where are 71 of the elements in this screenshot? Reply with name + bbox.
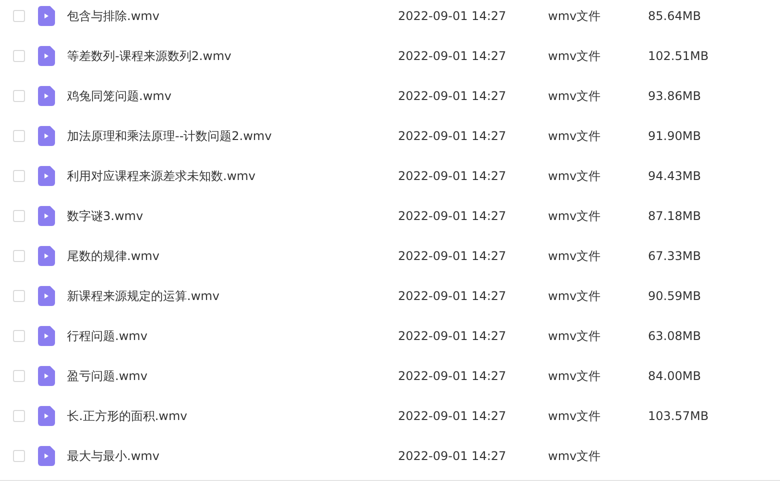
file-type: wmv文件 [548, 368, 602, 384]
file-size: 90.59MB [648, 289, 702, 303]
checkbox[interactable] [13, 10, 25, 22]
checkbox[interactable] [13, 50, 25, 62]
file-name: 尾数的规律.wmv [67, 248, 160, 264]
checkbox[interactable] [13, 250, 25, 262]
file-name: 包含与排除.wmv [67, 8, 160, 24]
file-type: wmv文件 [548, 48, 602, 64]
file-type: wmv文件 [548, 168, 602, 184]
video-file-icon [38, 126, 55, 146]
video-file-icon [38, 246, 55, 266]
modified-date: 2022-09-01 14:27 [398, 169, 508, 183]
checkbox[interactable] [13, 90, 25, 102]
file-size: 85.64MB [648, 9, 702, 23]
modified-date: 2022-09-01 14:27 [398, 449, 508, 463]
file-name: 行程问题.wmv [67, 328, 148, 344]
checkbox[interactable] [13, 210, 25, 222]
file-name: 最大与最小.wmv [67, 448, 160, 464]
file-size: 63.08MB [648, 329, 702, 343]
video-file-icon [38, 406, 55, 426]
file-name: 盈亏问题.wmv [67, 368, 148, 384]
video-file-icon [38, 166, 55, 186]
modified-date: 2022-09-01 14:27 [398, 129, 508, 143]
video-file-icon [38, 86, 55, 106]
file-size: 102.51MB [648, 49, 710, 63]
modified-date: 2022-09-01 14:27 [398, 89, 508, 103]
modified-date: 2022-09-01 14:27 [398, 329, 508, 343]
file-size: 87.18MB [648, 209, 702, 223]
modified-date: 2022-09-01 14:27 [398, 49, 508, 63]
video-file-icon [38, 6, 55, 26]
modified-date: 2022-09-01 14:27 [398, 289, 508, 303]
checkbox[interactable] [13, 450, 25, 462]
file-name: 等差数列-课程来源数列2.wmv [67, 48, 232, 64]
file-name: 鸡兔同笼问题.wmv [67, 88, 172, 104]
video-file-icon [38, 286, 55, 306]
video-file-icon [38, 206, 55, 226]
file-size: 93.86MB [648, 89, 702, 103]
file-name: 加法原理和乘法原理--计数问题2.wmv [67, 128, 273, 144]
file-name: 新课程来源规定的运算.wmv [67, 288, 220, 304]
file-type: wmv文件 [548, 408, 602, 424]
file-name: 数字谜3.wmv [67, 208, 144, 224]
file-type: wmv文件 [548, 128, 602, 144]
file-name: 长.正方形的面积.wmv [67, 408, 188, 424]
file-type: wmv文件 [548, 328, 602, 344]
checkbox[interactable] [13, 410, 25, 422]
file-size: 103.57MB [648, 409, 710, 423]
file-type: wmv文件 [548, 88, 602, 104]
modified-date: 2022-09-01 14:27 [398, 369, 508, 383]
checkbox[interactable] [13, 130, 25, 142]
video-file-icon [38, 366, 55, 386]
checkbox[interactable] [13, 290, 25, 302]
video-file-icon [38, 46, 55, 66]
file-type: wmv文件 [548, 8, 602, 24]
file-type: wmv文件 [548, 448, 602, 464]
checkbox[interactable] [13, 170, 25, 182]
file-name: 利用对应课程来源差求未知数.wmv [67, 168, 256, 184]
modified-date: 2022-09-01 14:27 [398, 209, 508, 223]
file-size: 67.33MB [648, 249, 702, 263]
file-size: 84.00MB [648, 369, 702, 383]
video-file-icon [38, 446, 55, 466]
file-size: 91.90MB [648, 129, 702, 143]
file-type: wmv文件 [548, 248, 602, 264]
checkbox[interactable] [13, 330, 25, 342]
video-file-icon [38, 326, 55, 346]
modified-date: 2022-09-01 14:27 [398, 9, 508, 23]
checkbox[interactable] [13, 370, 25, 382]
modified-date: 2022-09-01 14:27 [398, 249, 508, 263]
file-type: wmv文件 [548, 288, 602, 304]
file-type: wmv文件 [548, 208, 602, 224]
modified-date: 2022-09-01 14:27 [398, 409, 508, 423]
file-size: 94.43MB [648, 169, 702, 183]
